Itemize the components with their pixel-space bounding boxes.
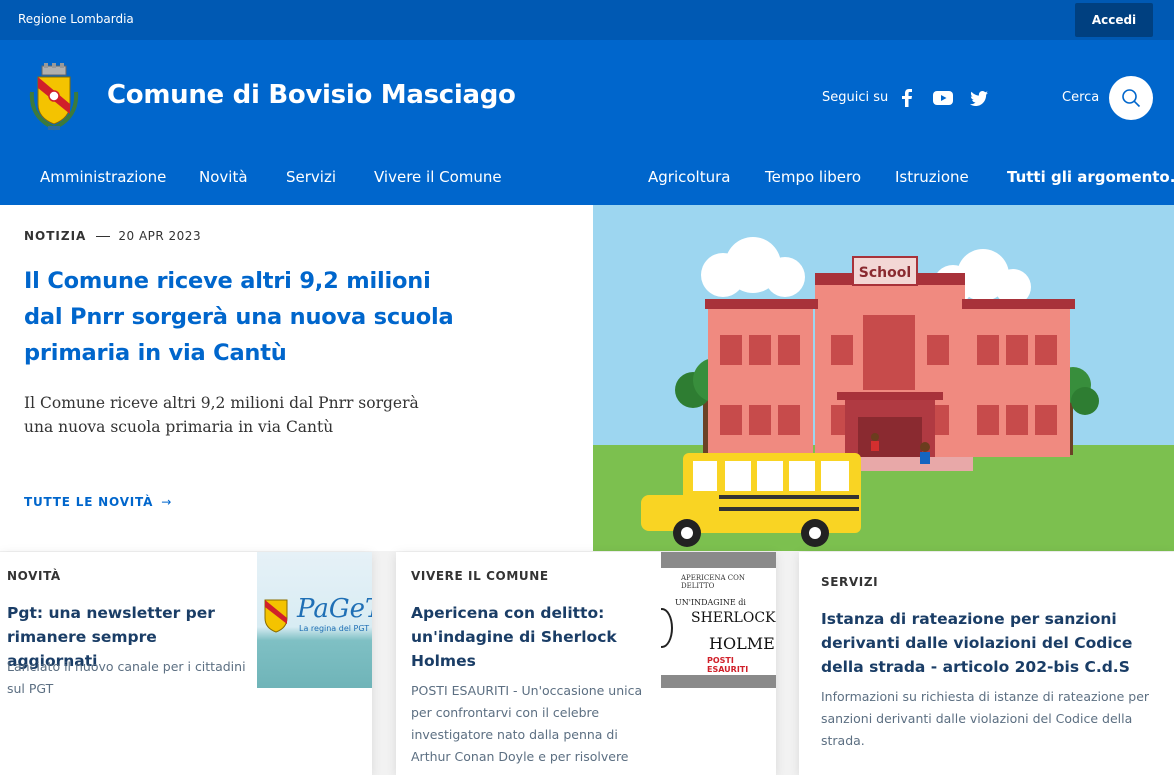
card-category[interactable]: NOVITÀ	[7, 569, 61, 583]
coat-of-arms-icon	[264, 599, 288, 633]
pgt-logo-text: PaGeT	[297, 594, 372, 624]
nav-item-vivere-il-comune[interactable]: Vivere il Comune	[374, 168, 502, 186]
poster-line-1: APERICENA CON DELITTO	[681, 574, 746, 590]
search-button[interactable]	[1109, 76, 1153, 120]
card-thumbnail[interactable]: PaGeT La regina del PGT	[257, 552, 372, 688]
card-text: Lanciato il nuovo canale per i cittadini…	[7, 659, 246, 696]
site-title[interactable]: Comune di Bovisio Masciago	[107, 80, 516, 110]
all-news-label: TUTTE LE NOVITÀ	[24, 495, 154, 509]
hero-category[interactable]: NOTIZIA	[24, 229, 86, 243]
poster-line-5: POSTI ESAURITI	[707, 656, 749, 674]
hero-school-illustration	[593, 205, 1174, 551]
all-topics-link[interactable]: Tutti gli argomento...	[1007, 168, 1174, 186]
school-sign: School	[858, 265, 912, 281]
municipality-coat-of-arms[interactable]	[26, 62, 82, 132]
poster-line-2: UN'INDAGINE di	[675, 598, 746, 607]
card-thumbnail[interactable]: APERICENA CON DELITTO UN'INDAGINE di SHE…	[661, 552, 776, 688]
card-vivere-il-comune[interactable]: VIVERE IL COMUNE Apericena con delitto: …	[396, 552, 776, 775]
youtube-icon[interactable]	[932, 87, 954, 109]
login-button[interactable]: Accedi	[1075, 3, 1153, 37]
search-label: Cerca	[1062, 90, 1100, 105]
card-text: POSTI ESAURITI - Un'occasione unica per …	[411, 683, 643, 775]
search-icon	[1122, 89, 1141, 108]
facebook-icon[interactable]	[896, 87, 918, 109]
pgt-caption: La regina del PGT	[299, 624, 370, 633]
hero-title[interactable]: Il Comune riceve altri 9,2 milioni dal P…	[24, 263, 464, 371]
slim-header: Regione Lombardia Accedi	[0, 0, 1174, 40]
social-label: Seguici su	[822, 90, 889, 105]
center-header: Comune di Bovisio Masciago Seguici su Ce…	[0, 40, 1174, 156]
main-navigation: Amministrazione Novità Servizi Vivere il…	[0, 156, 1174, 205]
nav-item-amministrazione[interactable]: Amministrazione	[40, 168, 166, 186]
card-text: Informazioni su richiesta di istanze di …	[821, 689, 1150, 748]
card-category[interactable]: VIVERE IL COMUNE	[411, 569, 549, 583]
hero-news: NOTIZIA 20 APR 2023 Il Comune riceve altr…	[0, 205, 593, 551]
nav-item-servizi[interactable]: Servizi	[286, 168, 336, 186]
card-novita[interactable]: NOVITÀ Pgt: una newsletter per rimanere …	[0, 552, 372, 775]
card-servizi[interactable]: SERVIZI Istanza di rateazione per sanzio…	[799, 552, 1174, 775]
all-news-link[interactable]: TUTTE LE NOVITÀ →	[24, 495, 172, 509]
hero-date: 20 APR 2023	[118, 229, 202, 243]
card-title[interactable]: Apericena con delitto: un'indagine di Sh…	[411, 601, 651, 673]
twitter-icon[interactable]	[968, 87, 990, 109]
hero-description: Il Comune riceve altri 9,2 milioni dal P…	[24, 394, 419, 436]
silhouette-icon	[661, 608, 673, 648]
poster-line-3: SHERLOCK	[691, 610, 776, 626]
card-title[interactable]: Istanza di rateazione per sanzioni deriv…	[821, 607, 1166, 679]
poster-line-4: HOLMES	[709, 634, 776, 653]
card-category[interactable]: SERVIZI	[821, 575, 878, 589]
arrow-right-icon: →	[161, 495, 173, 509]
hero-meta: NOTIZIA 20 APR 2023	[24, 229, 201, 243]
region-link[interactable]: Regione Lombardia	[18, 12, 134, 26]
nav-item-novita[interactable]: Novità	[199, 168, 248, 186]
topic-istruzione[interactable]: Istruzione	[895, 168, 969, 186]
topic-tempo-libero[interactable]: Tempo libero	[765, 168, 861, 186]
topic-agricoltura[interactable]: Agricoltura	[648, 168, 730, 186]
